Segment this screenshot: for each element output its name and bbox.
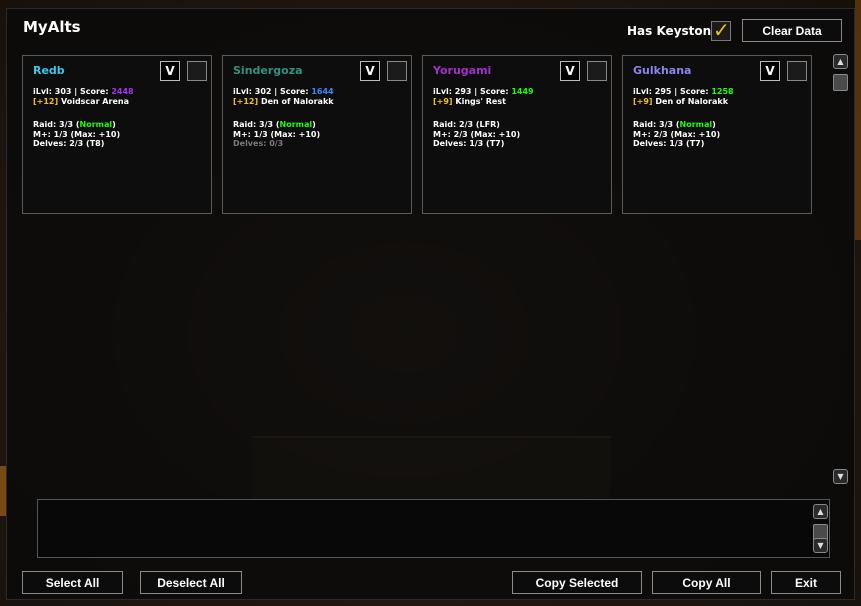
character-card-redb: Redb V iLvl: 303 | Score: 2448 [+12] Voi… [22, 55, 212, 214]
raid-text: Raid: 3/3 ( [233, 120, 280, 129]
score-value: 1258 [711, 87, 734, 96]
scroll-thumb[interactable] [833, 74, 848, 91]
raid-text: Raid: 2/3 (LFR) [433, 120, 500, 129]
key-dungeon: Den of Nalorakk [655, 96, 729, 106]
character-card-gulkhana: Gulkhana V iLvl: 295 | Score: 1258 [+9] … [622, 55, 812, 214]
background-ui-fragment [855, 0, 861, 240]
scroll-up-icon[interactable]: ▲ [813, 504, 828, 519]
raid-difficulty: Normal [79, 120, 113, 129]
raid-text: Raid: 3/3 ( [33, 120, 80, 129]
character-card-sindergoza: Sindergoza V iLvl: 302 | Score: 1644 [+1… [222, 55, 412, 214]
mplus-text: M+: 2/3 (Max: +10) [433, 129, 521, 139]
key-level: [+12] [33, 96, 59, 106]
view-button[interactable]: V [160, 61, 180, 81]
raid-suffix: ) [112, 120, 116, 129]
has-keystone-label: Has Keystone [627, 24, 720, 38]
character-progress: Raid: 3/3 (Normal) M+: 2/3 (Max: +10) De… [633, 120, 720, 149]
character-name: Yorugami [433, 64, 492, 77]
myalts-window: MyAlts Has Keystone ✓ Clear Data Redb V … [6, 8, 855, 600]
score-value: 2448 [111, 87, 134, 96]
select-checkbox[interactable] [787, 61, 807, 81]
raid-difficulty: Normal [279, 120, 313, 129]
view-button[interactable]: V [760, 61, 780, 81]
key-level: [+9] [633, 96, 653, 106]
character-card-yorugami: Yorugami V iLvl: 293 | Score: 1449 [+9] … [422, 55, 612, 214]
delves-text: Delves: 2/3 (T8) [33, 139, 105, 148]
ilvl-score-text: iLvl: 295 | Score: [633, 87, 712, 96]
scroll-up-icon[interactable]: ▲ [833, 54, 848, 69]
select-checkbox[interactable] [187, 61, 207, 81]
mplus-text: M+: 1/3 (Max: +10) [233, 129, 321, 139]
character-name: Gulkhana [633, 64, 692, 77]
view-button[interactable]: V [560, 61, 580, 81]
select-all-button[interactable]: Select All [22, 571, 123, 594]
view-button[interactable]: V [360, 61, 380, 81]
raid-suffix: ) [312, 120, 316, 129]
ilvl-score-text: iLvl: 302 | Score: [233, 87, 312, 96]
select-checkbox[interactable] [587, 61, 607, 81]
raid-text: Raid: 3/3 ( [633, 120, 680, 129]
copy-all-button[interactable]: Copy All [652, 571, 761, 594]
key-dungeon: Den of Nalorakk [260, 96, 334, 106]
character-stats: iLvl: 302 | Score: 1644 [+12] Den of Nal… [233, 87, 334, 106]
key-level: [+12] [233, 96, 259, 106]
delves-text: Delves: 1/3 (T7) [433, 139, 505, 148]
raid-difficulty: Normal [679, 120, 713, 129]
checkmark-icon: ✓ [713, 18, 730, 42]
mplus-text: M+: 2/3 (Max: +10) [633, 129, 721, 139]
character-stats: iLvl: 295 | Score: 1258 [+9] Den of Nalo… [633, 87, 734, 106]
scroll-down-icon[interactable]: ▼ [833, 469, 848, 484]
character-stats: iLvl: 303 | Score: 2448 [+12] Voidscar A… [33, 87, 134, 106]
character-stats: iLvl: 293 | Score: 1449 [+9] Kings' Rest [433, 87, 534, 106]
key-dungeon: Voidscar Arena [60, 96, 129, 106]
score-value: 1449 [511, 87, 534, 96]
score-value: 1644 [311, 87, 334, 96]
key-level: [+9] [433, 96, 453, 106]
deselect-all-button[interactable]: Deselect All [140, 571, 242, 594]
output-textarea[interactable] [37, 499, 830, 558]
character-progress: Raid: 3/3 (Normal) M+: 1/3 (Max: +10) De… [33, 120, 120, 149]
character-name: Sindergoza [233, 64, 303, 77]
mplus-text: M+: 1/3 (Max: +10) [33, 129, 121, 139]
raid-suffix: ) [712, 120, 716, 129]
character-name: Redb [33, 64, 65, 77]
copy-selected-button[interactable]: Copy Selected [512, 571, 642, 594]
delves-text: Delves: 1/3 (T7) [633, 139, 705, 148]
ilvl-score-text: iLvl: 303 | Score: [33, 87, 112, 96]
select-checkbox[interactable] [387, 61, 407, 81]
delves-text: Delves: 0/3 [233, 139, 284, 148]
character-progress: Raid: 3/3 (Normal) M+: 1/3 (Max: +10) De… [233, 120, 320, 149]
key-dungeon: Kings' Rest [455, 96, 506, 106]
scroll-down-icon[interactable]: ▼ [813, 538, 828, 553]
has-keystone-checkbox[interactable]: ✓ [711, 18, 731, 42]
character-progress: Raid: 2/3 (LFR) M+: 2/3 (Max: +10) Delve… [433, 120, 520, 149]
ilvl-score-text: iLvl: 293 | Score: [433, 87, 512, 96]
exit-button[interactable]: Exit [771, 571, 841, 594]
window-title: MyAlts [23, 18, 81, 36]
clear-data-button[interactable]: Clear Data [742, 19, 842, 42]
